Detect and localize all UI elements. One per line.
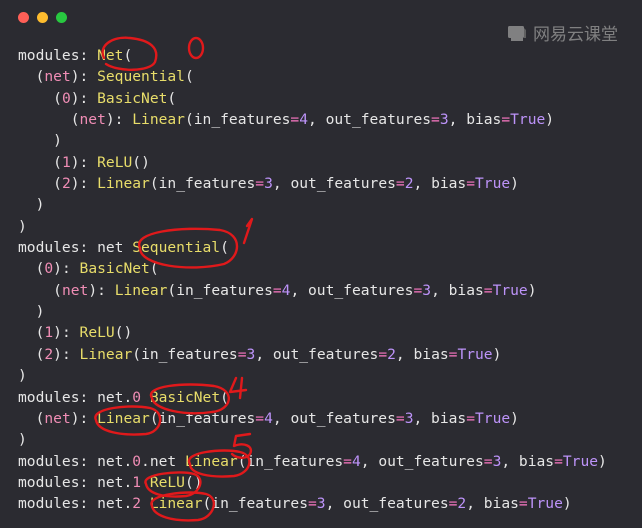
code-line: modules: net.2 Linear(in_features=3, out…: [18, 495, 572, 513]
code-line: ): [18, 217, 27, 235]
code-line: (1): ReLU(): [35, 324, 133, 342]
code-output: modules: Net( (net): Sequential( (0): Ba…: [18, 45, 607, 515]
watermark: 网易云课堂: [507, 20, 618, 45]
code-line: modules: net Sequential(: [18, 239, 229, 257]
zoom-button[interactable]: [56, 12, 67, 23]
code-line: (2): Linear(in_features=3, out_features=…: [53, 175, 519, 193]
code-line: ): [18, 367, 27, 385]
code-line: (net): Linear(in_features=4, out_feature…: [70, 111, 555, 129]
code-line: modules: Net(: [18, 47, 133, 64]
watermark-text: 网易云课堂: [533, 25, 618, 45]
code-line: (2): Linear(in_features=3, out_features=…: [35, 345, 502, 363]
netease-logo-icon: [508, 25, 526, 41]
code-line: (0): BasicNet(: [53, 89, 177, 107]
code-line: (0): BasicNet(: [35, 260, 159, 278]
code-window: 网易云课堂 modules: Net( (net): Sequential( (…: [0, 0, 642, 528]
code-line: (1): ReLU(): [53, 153, 150, 171]
window-controls: [18, 12, 67, 23]
code-line: ): [18, 303, 45, 321]
code-line: (net): Linear(in_features=4, out_feature…: [35, 409, 519, 427]
code-line: (net): Sequential(: [35, 68, 194, 86]
minimize-button[interactable]: [37, 12, 48, 23]
code-line: modules: net.0.net Linear(in_features=4,…: [18, 452, 607, 470]
code-line: ): [18, 431, 27, 449]
code-line: (net): Linear(in_features=4, out_feature…: [53, 281, 537, 299]
code-line: ): [18, 196, 45, 214]
close-button[interactable]: [18, 12, 29, 23]
code-line: modules: net.0 BasicNet(: [18, 388, 229, 406]
code-line: ): [18, 132, 62, 150]
code-line: modules: net.1 ReLU(): [18, 473, 203, 491]
